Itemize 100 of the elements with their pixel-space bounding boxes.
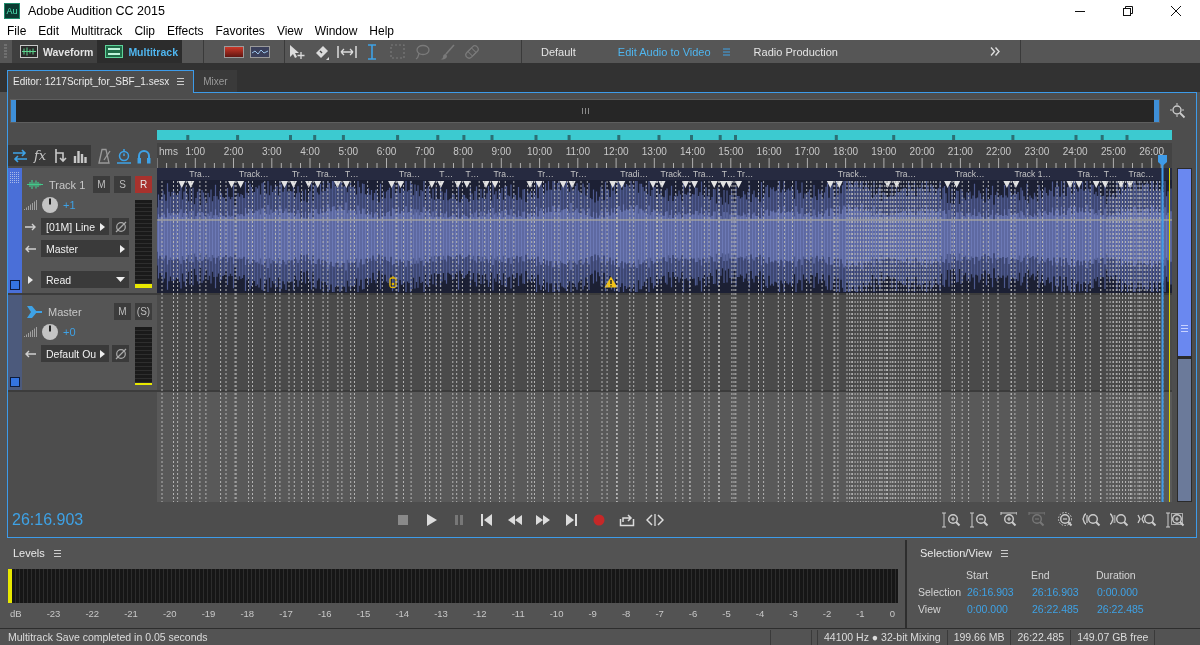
clip-name[interactable]: Tr… [291,168,309,180]
play-icon[interactable] [424,512,438,527]
menu-icon[interactable] [1000,549,1008,557]
menu-item[interactable]: Multitrack [65,24,129,38]
menu-item[interactable]: Clip [128,24,162,38]
clip-name[interactable]: Trac… [1128,168,1154,180]
track-name[interactable]: Track 1 [49,178,90,191]
pitch-display-icon[interactable] [249,45,270,58]
vertical-scrollbar[interactable] [1176,168,1192,502]
volume-knob[interactable] [42,323,58,340]
metronome-icon[interactable] [96,147,112,164]
restore-icon[interactable] [1123,6,1133,16]
spectrum-display-icon[interactable] [223,45,244,58]
track-toggle-button[interactable]: R [135,176,152,193]
zoom-out-icon[interactable] [969,511,989,528]
volume-knob[interactable] [42,196,58,213]
output-dropdown[interactable]: Master [41,240,129,257]
zoom-to-selection-icon[interactable] [1137,511,1157,528]
clip-name[interactable]: T… [439,168,453,180]
workspace-tab[interactable]: Radio Production [751,42,840,61]
menu-item[interactable]: Effects [161,24,210,38]
rewind-icon[interactable] [506,512,524,527]
track-toggle-button[interactable]: S [114,176,131,193]
menu-item[interactable]: Help [363,24,401,38]
tray-arrow-icon[interactable] [619,512,635,527]
menu-icon[interactable] [53,549,61,557]
ruler-label: 14:00 [680,146,706,157]
clip-name[interactable]: Tr… [570,168,587,180]
panel-tab[interactable]: Editor: 1217Script_for_SBF_1.sesx [7,70,195,93]
bracket-arrows-icon[interactable] [646,512,664,527]
menu-item[interactable]: Window [308,24,364,38]
clip-name[interactable]: Tr… [537,168,554,180]
zoom-to-end-icon[interactable] [1109,511,1129,528]
phase-button[interactable] [112,218,129,235]
clip-name[interactable]: Tra… [895,168,917,180]
minimize-icon[interactable] [1075,10,1085,12]
clip-name[interactable]: Tra… [693,168,714,180]
expand-triangle-icon[interactable] [28,275,33,284]
stop-icon[interactable] [396,512,410,527]
zoom-in-icon[interactable] [1165,511,1185,528]
ruler-label: 5:00 [338,146,358,157]
clip-name[interactable]: T… [721,168,736,180]
scroll-handle[interactable] [11,100,16,122]
track-toggle-button[interactable]: M [114,303,131,320]
session-overview-strip[interactable] [157,130,1172,140]
double-chevron-icon[interactable] [990,47,1000,56]
clip-name[interactable]: Tradi… [620,168,648,180]
clip-name[interactable]: Tr… [737,168,754,180]
grip-icon[interactable] [581,108,589,114]
stopwatch-icon[interactable] [116,147,132,164]
overview-scrollbar[interactable] [10,99,1160,123]
menu-item[interactable]: Edit [32,24,66,38]
clip-name[interactable]: Tra… [316,168,338,180]
automation-dropdown[interactable]: Read [41,271,129,288]
clip-name[interactable]: Tra… [399,168,421,180]
scroll-thumb[interactable] [1177,169,1191,359]
ruler-label: 22:00 [986,146,1012,157]
clip-marker-icon[interactable] [389,276,398,288]
clip-name[interactable]: Track… [955,168,985,180]
playhead[interactable] [1158,155,1168,502]
output-dropdown[interactable]: Default Ou [41,345,109,362]
fast-forward-icon[interactable] [534,512,552,527]
warning-icon[interactable] [604,276,619,288]
skip-to-end-icon[interactable] [564,512,578,527]
zoom-to-start-icon[interactable] [1081,511,1101,528]
clip-name[interactable]: T… [465,168,480,180]
panel-tab[interactable]: Mixer [194,70,237,92]
grip-icon[interactable] [10,172,20,183]
clip-name[interactable]: T… [344,168,359,180]
master-track-name[interactable]: Master [48,305,111,318]
menu-item[interactable]: Favorites [209,24,271,38]
clip-name[interactable]: Track… [660,168,690,180]
skip-to-start-icon[interactable] [480,512,494,527]
menu-item[interactable]: View [270,24,309,38]
input-dropdown[interactable]: [01M] Line [41,218,109,235]
clip-name[interactable]: Tra… [493,168,515,180]
zoom-navigator-icon[interactable] [1170,103,1186,119]
track-toggle-button[interactable]: M [93,176,110,193]
zoom-in-icon[interactable] [997,511,1017,528]
zoom-in-icon[interactable] [941,511,961,528]
close-icon[interactable] [1171,6,1181,16]
view-mode-button[interactable]: Waveform [12,40,98,63]
scroll-handle[interactable] [1154,100,1159,122]
headphones-icon[interactable] [136,147,152,164]
clip-name[interactable]: Track… [837,168,868,180]
menu-item[interactable]: File [1,24,33,38]
clip-name[interactable]: Tra… [1077,168,1099,180]
i-beam-icon [367,43,378,60]
clip-name[interactable]: Track 1… [1014,168,1051,180]
track-select-icon[interactable] [10,280,20,290]
clip-name[interactable]: Tra… [189,168,211,180]
phase-button[interactable] [112,345,129,362]
clip-name[interactable]: Track… [239,168,269,180]
clip-name[interactable]: T… [1103,168,1118,180]
track-select-icon[interactable] [10,377,20,387]
view-mode-button[interactable]: Multitrack [97,40,182,63]
time-ruler[interactable]: hms 1:00 2:00 3:00 4:00 5:00 6:00 7:00 8:00 9:00 10:00 11:00 12:00 13:00 14:00 15:00 16:00 17:00 18:00 19:00 20:00 21:00 22:00 23:00 24:00 25:00 26:00 [157,143,1172,168]
menu-icon[interactable] [177,78,185,85]
workspace-tab[interactable]: Default [538,42,578,61]
track-toggle-button[interactable]: (S) [135,303,152,320]
